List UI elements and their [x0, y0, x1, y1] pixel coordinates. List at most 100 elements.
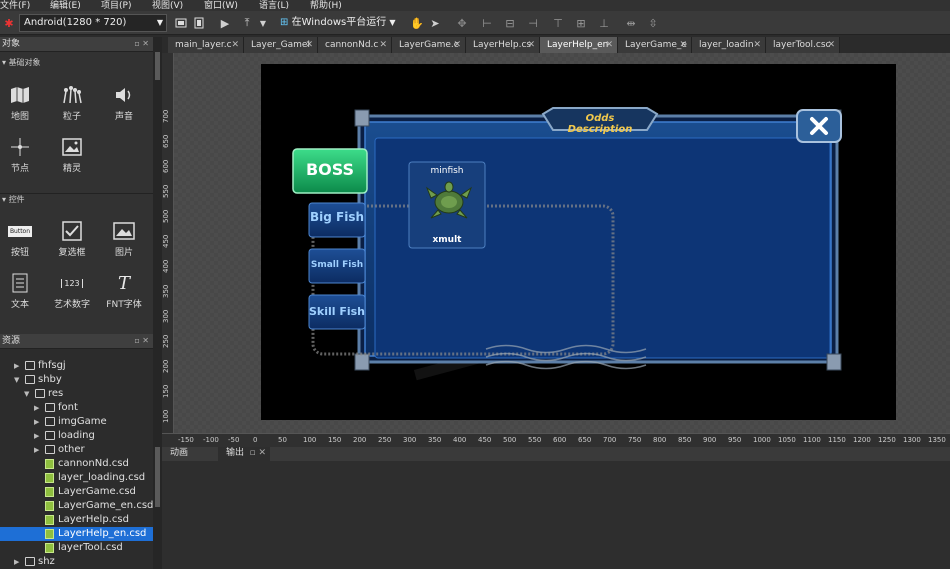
- close-tab-icon[interactable]: ✕: [679, 37, 687, 53]
- tree-item[interactable]: ▼ shby: [0, 373, 153, 387]
- close-tab-icon[interactable]: ✕: [753, 37, 761, 53]
- collapsed-arrow-icon[interactable]: ▶: [34, 443, 39, 457]
- menu-project[interactable]: 项目(P): [101, 0, 131, 11]
- distribute-horizontal-icon[interactable]: ⇹: [624, 14, 638, 32]
- tab-boss[interactable]: BOSS: [293, 160, 367, 179]
- collapsed-arrow-icon[interactable]: ▶: [34, 415, 39, 429]
- tree-item[interactable]: ▶ fhfsgj: [0, 359, 153, 373]
- menu-edit[interactable]: 编辑(E): [50, 0, 81, 11]
- hand-tool-icon[interactable]: ✋: [410, 14, 424, 32]
- collapsed-arrow-icon[interactable]: ▶: [34, 429, 39, 443]
- tab-skill-fish[interactable]: Skill Fish: [305, 305, 369, 318]
- select-tool-icon[interactable]: ➤: [428, 14, 442, 32]
- doc-tab[interactable]: LayerGame_e ✕: [618, 37, 692, 53]
- expanded-arrow-icon[interactable]: ▼: [14, 373, 19, 387]
- align-middle-icon[interactable]: ⊞: [574, 14, 588, 32]
- control-checkbox[interactable]: 复选框: [48, 217, 96, 258]
- landscape-icon[interactable]: [174, 14, 188, 32]
- publish-dropdown-icon[interactable]: ▼: [258, 14, 268, 32]
- ruler-tick-label: 450: [162, 234, 170, 248]
- tree-item[interactable]: ▶ font: [0, 401, 153, 415]
- publish-icon[interactable]: ⤒: [240, 14, 254, 32]
- control-image[interactable]: 图片: [100, 217, 148, 258]
- tree-item[interactable]: ▶ shz: [0, 555, 153, 569]
- device-select[interactable]: Android(1280 * 720) ▼: [19, 14, 167, 32]
- close-tab-icon[interactable]: ✕: [231, 37, 239, 53]
- basic-objects-section[interactable]: ▾ 基础对象: [0, 57, 153, 69]
- tree-item[interactable]: ▶ other: [0, 443, 153, 457]
- object-sound[interactable]: 声音: [100, 81, 148, 122]
- tree-item[interactable]: ▶ imgGame: [0, 415, 153, 429]
- tab-small-fish[interactable]: Small Fish: [305, 260, 369, 270]
- close-tab-icon[interactable]: ✕: [827, 37, 835, 53]
- menu-file[interactable]: 文件(F): [0, 0, 30, 11]
- close-button[interactable]: [797, 110, 841, 142]
- object-sprite[interactable]: 精灵: [48, 133, 96, 174]
- object-node[interactable]: 节点: [0, 133, 44, 174]
- tree-item[interactable]: ▶ loading: [0, 429, 153, 443]
- tab-animation[interactable]: 动画: [162, 447, 216, 461]
- play-icon[interactable]: ▶: [218, 14, 232, 32]
- left-scrollbar[interactable]: [153, 37, 162, 569]
- tree-item[interactable]: layerTool.csd: [0, 541, 153, 555]
- control-art-number[interactable]: 123 艺术数字: [48, 269, 96, 310]
- align-bottom-icon[interactable]: ⊥: [597, 14, 611, 32]
- menu-window[interactable]: 窗口(W): [204, 0, 238, 11]
- tab-output[interactable]: 输出 ▫ ✕: [218, 447, 270, 461]
- collapsed-arrow-icon[interactable]: ▶: [14, 359, 19, 373]
- close-tab-icon[interactable]: ✕: [605, 37, 613, 53]
- collapsed-arrow-icon[interactable]: ▶: [34, 401, 39, 415]
- doc-tab[interactable]: layerTool.csc ✕: [766, 37, 840, 53]
- doc-tab[interactable]: LayerGame.c ✕: [392, 37, 466, 53]
- portrait-icon[interactable]: [192, 14, 206, 32]
- doc-tab[interactable]: layer_loadin ✕: [692, 37, 766, 53]
- controls-title: 控件: [8, 195, 25, 204]
- panel-controls-icon[interactable]: ▫ ✕: [249, 447, 266, 460]
- close-tab-icon[interactable]: ✕: [379, 37, 387, 53]
- control-button[interactable]: Button 按钮: [0, 217, 44, 258]
- tree-item[interactable]: LayerHelp.csd: [0, 513, 153, 527]
- tree-item-label: loading: [58, 430, 95, 441]
- move-center-icon[interactable]: ✥: [455, 14, 469, 32]
- doc-tab[interactable]: cannonNd.c ✕: [318, 37, 392, 53]
- control-text[interactable]: 文本: [0, 269, 44, 310]
- scrollbar-thumb[interactable]: [155, 447, 160, 507]
- controls-section[interactable]: ▾ 控件: [0, 193, 153, 205]
- tree-item[interactable]: LayerGame_en.csd: [0, 499, 153, 513]
- menu-help[interactable]: 帮助(H): [310, 0, 342, 11]
- tree-item[interactable]: ▼ res: [0, 387, 153, 401]
- collapsed-arrow-icon[interactable]: ▶: [14, 555, 19, 569]
- doc-tab[interactable]: LayerHelp_en ✕: [540, 37, 618, 53]
- align-top-icon[interactable]: ⊤: [551, 14, 565, 32]
- panel-controls-icon[interactable]: ▫ ✕: [134, 37, 149, 51]
- object-particle[interactable]: 粒子: [48, 81, 96, 122]
- align-center-icon[interactable]: ⊟: [503, 14, 517, 32]
- object-particle-label: 粒子: [62, 112, 81, 122]
- align-right-icon[interactable]: ⊣: [526, 14, 540, 32]
- expanded-arrow-icon[interactable]: ▼: [24, 387, 29, 401]
- menu-language[interactable]: 语言(L): [259, 0, 289, 11]
- distribute-vertical-icon[interactable]: ⇳: [646, 14, 660, 32]
- control-fnt-font[interactable]: T FNT字体: [100, 269, 148, 311]
- game-scene[interactable]: 鱼 Odds Descr: [261, 64, 896, 420]
- ruler-tick-label: 700: [162, 109, 170, 123]
- panel-controls-icon[interactable]: ▫ ✕: [134, 334, 149, 348]
- csd-file-icon: [45, 529, 54, 539]
- doc-tab[interactable]: main_layer.c ✕: [168, 37, 244, 53]
- tree-item[interactable]: LayerHelp_en.csd: [0, 527, 153, 541]
- align-left-icon[interactable]: ⊢: [480, 14, 494, 32]
- close-tab-icon[interactable]: ✕: [305, 37, 313, 53]
- folder-icon: [45, 417, 55, 426]
- tree-item[interactable]: LayerGame.csd: [0, 485, 153, 499]
- tab-big-fish[interactable]: Big Fish: [305, 210, 369, 224]
- run-platform-select[interactable]: ⊞ 在Windows平台运行 ▼: [280, 14, 398, 32]
- menu-view[interactable]: 视图(V): [152, 0, 183, 11]
- close-tab-icon[interactable]: ✕: [453, 37, 461, 53]
- doc-tab[interactable]: LayerHelp.cs ✕: [466, 37, 540, 53]
- scrollbar-thumb[interactable]: [155, 52, 160, 80]
- tree-item[interactable]: layer_loading.csd: [0, 471, 153, 485]
- close-tab-icon[interactable]: ✕: [527, 37, 535, 53]
- tree-item[interactable]: cannonNd.csd: [0, 457, 153, 471]
- doc-tab[interactable]: Layer_GameI ✕: [244, 37, 318, 53]
- object-map[interactable]: 地图: [0, 81, 44, 122]
